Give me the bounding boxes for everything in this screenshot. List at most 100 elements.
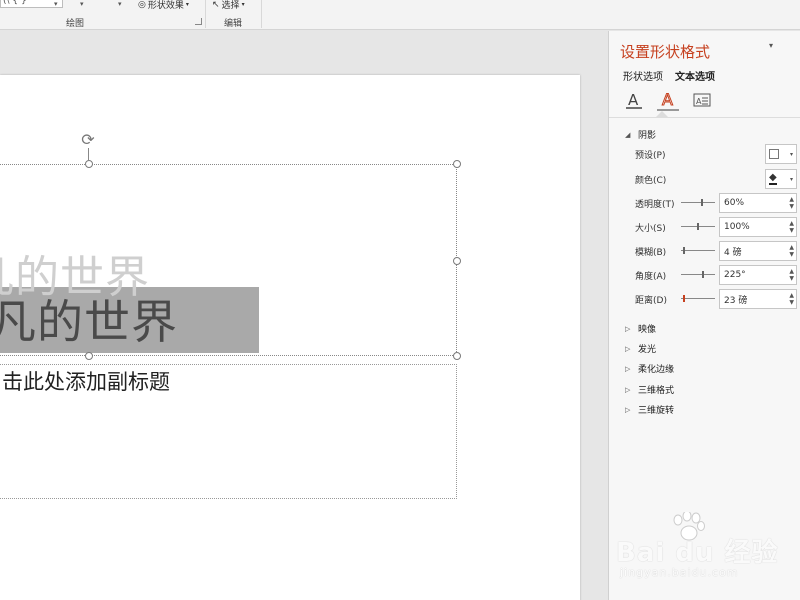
preset-swatch-icon (769, 149, 779, 159)
select-label: 选择 (221, 1, 240, 11)
paint-bucket-icon: ◆ (769, 172, 777, 185)
expanded-triangle-icon: ◢ (625, 130, 631, 139)
distance-value: 23 磅 (724, 295, 748, 306)
blur-input[interactable]: 4 磅 ▲ ▼ (719, 241, 797, 261)
section-reflection-label: 映像 (638, 325, 657, 335)
dialog-launcher-icon[interactable] (195, 18, 202, 25)
title-placeholder-box[interactable] (0, 164, 457, 356)
preset-label: 预设(P) (635, 150, 666, 161)
slide-workspace: ⟳ 凡的世界 凡的世界 击此处添加副标题 (0, 31, 607, 600)
section-3d-rotation-label: 三维旋转 (638, 406, 675, 416)
ribbon-separator (261, 0, 262, 28)
panel-title: 设置形状格式 (620, 43, 711, 61)
resize-handle-bottom[interactable] (85, 352, 93, 360)
size-slider[interactable] (681, 223, 715, 230)
baidu-jingyan-watermark: Bai du 经验 jingyan.baidu.com (612, 512, 792, 584)
blur-slider[interactable] (681, 247, 715, 254)
collapsed-triangle-icon: ▷ (625, 364, 631, 373)
drawing-group-label: 绘图 (66, 19, 85, 29)
resize-handle-top-right[interactable] (453, 160, 461, 168)
textbox-icon[interactable]: A (691, 89, 713, 111)
section-reflection[interactable]: ▷ 映像 (625, 322, 657, 336)
watermark-logo-text: Bai du 经验 (616, 538, 779, 568)
edit-group-label: 编辑 (224, 19, 243, 29)
distance-label: 距离(D) (635, 295, 667, 306)
ribbon: (\ { } ▾ ▾ ▾ ◎ 形状效果 ▾ 绘图 ↖ 选择 ▾ 编辑 (0, 0, 800, 30)
distance-slider[interactable] (681, 295, 715, 302)
panel-options-chevron-icon[interactable]: ▾ (769, 41, 773, 50)
shape-effects-label: 形状效果 (147, 1, 184, 11)
shadow-angle-row: 角度(A) 225° ▲ ▼ (635, 265, 797, 285)
resize-handle-right[interactable] (453, 257, 461, 265)
select-button[interactable]: ↖ 选择 ▾ (212, 0, 245, 11)
text-effects-icon[interactable]: A (657, 89, 679, 111)
watermark-url: jingyan.baidu.com (620, 566, 739, 579)
collapsed-triangle-icon: ▷ (625, 385, 631, 394)
shadow-size-row: 大小(S) 100% ▲ ▼ (635, 217, 797, 237)
text-fill-icon[interactable]: A (623, 89, 645, 111)
shadow-color-row: 颜色(C) ◆ ▾ (635, 169, 797, 189)
blur-value: 4 磅 (724, 247, 742, 258)
collapsed-triangle-icon: ▷ (625, 405, 631, 414)
angle-input[interactable]: 225° ▲ ▼ (719, 265, 797, 285)
gallery-more-icon[interactable]: ▾ (54, 0, 58, 8)
svg-text:A: A (628, 91, 639, 109)
shadow-transparency-row: 透明度(T) 60% ▲ ▼ (635, 193, 797, 213)
transparency-label: 透明度(T) (635, 199, 675, 210)
slide-canvas[interactable]: ⟳ 凡的世界 凡的世界 击此处添加副标题 (0, 75, 580, 600)
distance-input[interactable]: 23 磅 ▲ ▼ (719, 289, 797, 309)
svg-text:A: A (662, 90, 673, 109)
shadow-color-picker[interactable]: ◆ ▾ (765, 169, 797, 189)
slider-thumb[interactable] (702, 271, 704, 278)
tab-shape-options[interactable]: 形状选项 (623, 68, 663, 85)
shadow-distance-row: 距离(D) 23 磅 ▲ ▼ (635, 289, 797, 309)
shape-outline-dropdown-icon[interactable]: ▾ (80, 0, 84, 8)
section-soft-edges[interactable]: ▷ 柔化边缘 (625, 362, 675, 376)
shape-effects-button[interactable]: ◎ 形状效果 ▾ (138, 0, 189, 11)
transparency-input[interactable]: 60% ▲ ▼ (719, 193, 797, 213)
size-value: 100% (724, 222, 750, 232)
shape-gallery-preview: (\ { } (3, 0, 27, 6)
transparency-value: 60% (724, 198, 745, 208)
section-3d-format[interactable]: ▷ 三维格式 (625, 383, 675, 397)
spinner-arrows-icon[interactable]: ▲ ▼ (789, 196, 794, 210)
section-glow-label: 发光 (638, 345, 657, 355)
subtitle-placeholder-text[interactable]: 击此处添加副标题 (2, 366, 170, 396)
slider-thumb[interactable] (701, 199, 703, 206)
section-soft-edges-label: 柔化边缘 (638, 365, 675, 375)
shape-effects-icon: ◎ (138, 0, 146, 10)
section-3d-format-label: 三维格式 (638, 386, 675, 396)
collapsed-triangle-icon: ▷ (625, 324, 631, 333)
spinner-arrows-icon[interactable]: ▲ ▼ (789, 292, 794, 306)
angle-value: 225° (724, 270, 746, 280)
chevron-down-icon: ▾ (789, 175, 793, 183)
slider-thumb[interactable] (683, 295, 685, 302)
shadow-preset-row: 预设(P) ▾ (635, 144, 797, 164)
section-glow[interactable]: ▷ 发光 (625, 342, 657, 356)
rotate-handle-icon[interactable]: ⟳ (80, 132, 96, 148)
angle-slider[interactable] (681, 271, 715, 278)
cursor-icon: ↖ (212, 0, 220, 10)
chevron-down-icon: ▾ (789, 150, 793, 158)
section-3d-rotation[interactable]: ▷ 三维旋转 (625, 403, 675, 417)
spinner-arrows-icon[interactable]: ▲ ▼ (789, 268, 794, 282)
resize-handle-bottom-right[interactable] (453, 352, 461, 360)
blur-label: 模糊(B) (635, 247, 667, 258)
resize-handle-top[interactable] (85, 160, 93, 168)
size-input[interactable]: 100% ▲ ▼ (719, 217, 797, 237)
section-shadow-label: 阴影 (638, 131, 657, 141)
shape-fill-dropdown-icon[interactable]: ▾ (118, 0, 122, 8)
spinner-arrows-icon[interactable]: ▲ ▼ (789, 220, 794, 234)
chevron-down-icon: ▾ (241, 1, 245, 8)
transparency-slider[interactable] (681, 199, 715, 206)
slider-thumb[interactable] (697, 223, 699, 230)
text-options-icons: A A A (623, 89, 713, 111)
color-label: 颜色(C) (635, 175, 667, 186)
spinner-arrows-icon[interactable]: ▲ ▼ (789, 244, 794, 258)
ribbon-separator (205, 0, 206, 28)
shadow-preset-picker[interactable]: ▾ (765, 144, 797, 164)
section-shadow[interactable]: ◢ 阴影 (625, 128, 657, 142)
slider-thumb[interactable] (683, 247, 685, 254)
svg-text:A: A (696, 97, 702, 106)
tab-text-options[interactable]: 文本选项 (675, 68, 715, 85)
